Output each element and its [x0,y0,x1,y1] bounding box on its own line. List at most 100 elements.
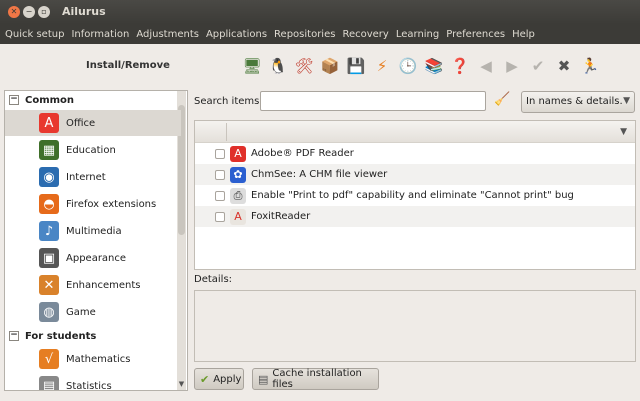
education-icon: ▦ [39,140,59,160]
sidebar-item-enhancements[interactable]: ✕ Enhancements [5,272,181,298]
floppy-icon[interactable]: 💾 [344,54,368,78]
run-icon[interactable]: 🏃 [578,54,602,78]
cache-button-label: Cache installation files [272,368,362,390]
app-label: Adobe® PDF Reader [251,148,354,159]
list-item[interactable]: A FoxitReader [195,206,635,227]
title-bar: ✕ − ▫ Ailurus [0,0,640,24]
gamepad-icon: ◍ [39,302,59,322]
sidebar-item-office[interactable]: A Office [5,110,181,136]
sort-arrow-icon[interactable]: ▼ [620,127,627,137]
app-label: ChmSee: A CHM file viewer [251,169,388,180]
sidebar-item-label: Education [66,144,116,156]
tools-icon[interactable]: 🛠 [292,54,316,78]
install-checkbox[interactable] [215,190,225,201]
sidebar-item-firefox-extensions[interactable]: ◓ Firefox extensions [5,191,181,217]
category-header-common[interactable]: − Common [5,92,181,108]
list-item[interactable]: ✿ ChmSee: A CHM file viewer [195,164,635,185]
sidebar-item-game[interactable]: ◍ Game [5,299,181,325]
package-add-icon[interactable]: 📦 [318,54,342,78]
clock-icon[interactable]: 🕒 [396,54,420,78]
menu-information[interactable]: Information [71,29,129,40]
applications-list: ▼ A Adobe® PDF Reader ✿ ChmSee: A CHM file … [194,120,636,270]
install-checkbox[interactable] [215,148,225,159]
search-scope-select[interactable]: In names & details. ▼ [521,91,635,113]
chevron-down-icon: ▼ [623,96,630,106]
menu-bar: Quick setup Information Adjustments Appl… [0,24,640,44]
toolbar-icons: 🖥 🐧 🛠 📦 💾 ⚡ 🕒 📚 ❓ ◀ ▶ ✔ ✖ 🏃 [240,54,604,78]
statistics-icon: ▤ [39,376,59,390]
app-label: Enable "Print to pdf" capability and eli… [251,190,574,201]
search-scope-value: In names & details. [526,96,623,107]
clear-search-broom-icon[interactable]: 🧹 [494,92,510,107]
sidebar-item-label: Internet [66,171,106,183]
category-sidebar[interactable]: ▼ − Common A Office ▦ Education ◉ Internet ◓ Fire… [4,90,188,391]
menu-learning[interactable]: Learning [396,29,439,40]
sidebar-item-label: Appearance [66,252,127,264]
column-divider [226,123,227,141]
category-label: For students [25,330,97,342]
sidebar-item-label: Office [66,117,96,129]
apply-button[interactable]: ✔ Apply [194,368,244,390]
apply-button-label: Apply [213,373,242,385]
globe-icon: ◉ [39,167,59,187]
window-close-button[interactable]: ✕ [8,6,20,18]
sidebar-item-label: Enhancements [66,279,141,291]
toolbar: Install/Remove 🖥 🐧 🛠 📦 💾 ⚡ 🕒 📚 ❓ ◀ ▶ ✔ ✖ 🏃 [0,44,640,88]
category-header-for-students[interactable]: − For students [5,328,181,344]
sidebar-item-label: Statistics [66,380,112,391]
sidebar-item-internet[interactable]: ◉ Internet [5,164,181,190]
lightning-icon[interactable]: ⚡ [370,54,394,78]
menu-preferences[interactable]: Preferences [446,29,505,40]
search-input[interactable] [260,91,486,111]
appearance-icon: ▣ [39,248,59,268]
sidebar-item-statistics[interactable]: ▤ Statistics [5,373,181,391]
help-icon[interactable]: ❓ [448,54,472,78]
sidebar-item-education[interactable]: ▦ Education [5,137,181,163]
window-maximize-button[interactable]: ▫ [38,6,50,18]
mathematics-icon: √ [39,349,59,369]
forward-arrow-icon[interactable]: ▶ [500,54,524,78]
close-icon[interactable]: ✖ [552,54,576,78]
back-arrow-icon[interactable]: ◀ [474,54,498,78]
sidebar-item-label: Game [66,306,96,318]
tux-icon[interactable]: 🐧 [266,54,290,78]
menu-quick-setup[interactable]: Quick setup [5,29,64,40]
books-icon[interactable]: 📚 [422,54,446,78]
window-minimize-button[interactable]: − [23,6,35,18]
install-checkbox[interactable] [215,169,225,180]
collapse-icon[interactable]: − [9,331,19,341]
monitor-icon[interactable]: 🖥 [240,54,264,78]
details-label: Details: [194,274,233,285]
collapse-icon[interactable]: − [9,95,19,105]
foxit-reader-icon: A [230,208,246,225]
list-item[interactable]: ⎙ Enable "Print to pdf" capability and el… [195,185,635,206]
menu-recovery[interactable]: Recovery [342,29,388,40]
details-panel [194,290,636,362]
list-header: ▼ [195,121,635,143]
multimedia-icon: ♪ [39,221,59,241]
sidebar-item-label: Mathematics [66,353,131,365]
sidebar-item-multimedia[interactable]: ♪ Multimedia [5,218,181,244]
menu-adjustments[interactable]: Adjustments [136,29,199,40]
adobe-reader-icon: A [230,145,246,162]
list-item[interactable]: A Adobe® PDF Reader [195,143,635,164]
install-checkbox[interactable] [215,211,225,222]
sidebar-item-mathematics[interactable]: √ Mathematics [5,346,181,372]
printer-icon: ⎙ [230,187,246,204]
cache-installation-files-button[interactable]: ▤ Cache installation files [252,368,379,390]
apply-check-icon: ✔ [200,372,210,386]
window-title: Ailurus [62,5,106,18]
app-label: FoxitReader [251,211,311,222]
cache-icon: ▤ [258,372,269,386]
category-label: Common [25,94,75,106]
page-title: Install/Remove [86,60,170,71]
sidebar-item-label: Multimedia [66,225,122,237]
menu-repositories[interactable]: Repositories [274,29,335,40]
enhancements-icon: ✕ [39,275,59,295]
office-icon: A [39,113,59,133]
firefox-icon: ◓ [39,194,59,214]
menu-applications[interactable]: Applications [206,29,267,40]
menu-help[interactable]: Help [512,29,535,40]
check-icon[interactable]: ✔ [526,54,550,78]
sidebar-item-appearance[interactable]: ▣ Appearance [5,245,181,271]
